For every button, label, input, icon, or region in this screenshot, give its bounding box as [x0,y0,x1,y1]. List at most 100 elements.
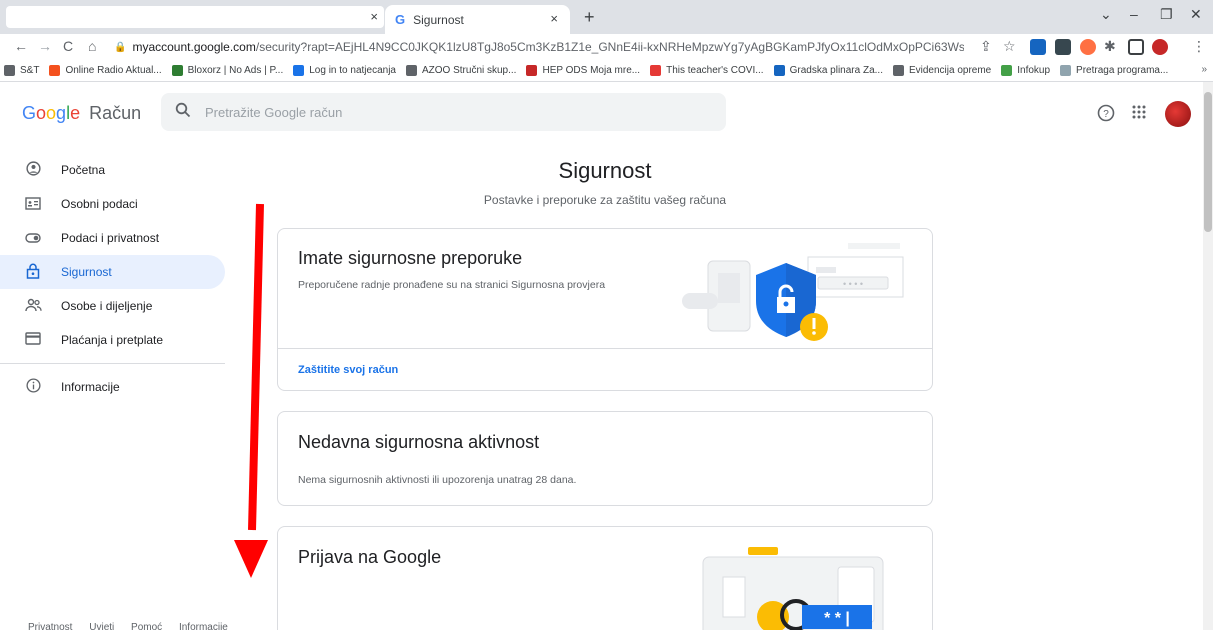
home-button[interactable]: ⌂ [88,38,96,54]
bookmark-item[interactable]: Log in to natjecanja [293,65,396,76]
sidebar-item-label: Sigurnost [61,265,112,279]
sign-in-illustration: * * | [702,547,884,630]
extension-icon[interactable] [1030,39,1046,55]
lock-icon[interactable]: 🔒 [114,42,126,53]
apps-grid-icon[interactable] [1131,104,1147,125]
sign-in-to-google-card[interactable]: Prijava na Google * * | [277,526,933,630]
sidebar-item-label: Osobe i dijeljenje [61,299,153,313]
security-recommendations-card[interactable]: Imate sigurnosne preporuke Preporučene r… [277,228,933,391]
bookmark-label: Log in to natjecanja [309,65,396,76]
back-button[interactable]: ← [14,38,28,54]
svg-text:?: ? [1103,109,1109,120]
google-account-logo[interactable]: Google Račun [22,103,141,124]
google-favicon-icon: G [395,12,406,27]
sidebar-item-sigurnost[interactable]: Sigurnost [0,255,225,289]
bookmark-item[interactable]: Online Radio Aktual... [49,65,162,76]
page-subtitle: Postavke i preporuke za zaštitu vašeg ra… [483,193,727,207]
sidebar-item-pocetna[interactable]: Početna [0,153,240,187]
side-panel-icon[interactable] [1128,39,1144,55]
card-divider [278,348,932,349]
tab-close-icon[interactable]: × [550,11,558,26]
recent-security-activity-card[interactable]: Nedavna sigurnosna aktivnost Nema sigurn… [277,411,933,506]
tab-search-chevron-icon[interactable]: ⌄ [1100,6,1112,23]
bookmark-label: Bloxorz | No Ads | P... [187,65,284,76]
extension-icon[interactable] [1055,39,1071,55]
toggle-icon [25,230,41,246]
sidebar-item-informacije[interactable]: Informacije [0,370,240,404]
tab-inactive[interactable]: × [6,6,384,28]
product-name: Račun [89,103,142,123]
reload-button[interactable]: C [63,38,73,54]
bookmark-item[interactable]: This teacher's COVI... [650,65,764,76]
help-icon[interactable]: ? [1097,104,1115,127]
sidebar-item-osobe-i-dijeljenje[interactable]: Osobe i dijeljenje [0,289,240,323]
bookmark-item[interactable]: Bloxorz | No Ads | P... [171,65,284,76]
footer-link-uvjeti[interactable]: Uvjeti [89,622,114,630]
puzzle-extensions-icon[interactable]: ✱ [1104,38,1116,55]
bookmark-favicon-icon [405,65,417,76]
search-input[interactable] [205,104,685,120]
card-text: Preporučene radnje pronađene su na stran… [298,279,606,291]
card-text: Nema sigurnosnih aktivnosti ili upozoren… [298,474,577,486]
bookmark-star-icon[interactable]: ☆ [1003,38,1016,55]
footer-link-informacije[interactable]: Informacije [179,622,228,630]
menu-kebab-icon[interactable]: ⋮ [1192,38,1206,55]
svg-text:* * |: * * | [824,610,850,627]
bookmark-favicon-icon [171,65,183,76]
bookmark-item[interactable]: HEP ODS Moja mre... [526,65,640,76]
card-title: Prijava na Google [298,547,442,567]
restore-button[interactable]: ❐ [1160,6,1173,23]
bookmark-item[interactable]: Pretraga programa... [1060,65,1168,76]
sidebar-item-label: Plaćanja i pretplate [61,333,164,347]
person-circle-icon [25,161,41,179]
sidebar-item-label: Početna [61,163,106,177]
security-shield-illustration: • • • • [682,243,904,341]
sidebar-item-osobni-podaci[interactable]: Osobni podaci [0,187,240,221]
forward-button[interactable]: → [38,38,52,54]
bookmark-label: Gradska plinara Za... [789,65,883,76]
footer-link-pomoc[interactable]: Pomoć [131,622,162,630]
card-title: Nedavna sigurnosna aktivnost [298,432,540,452]
tab-title: Sigurnost [413,12,464,27]
close-window-button[interactable]: ✕ [1190,6,1202,23]
profile-avatar[interactable] [1152,39,1168,55]
share-icon[interactable]: ⇪ [980,38,992,55]
bookmark-favicon-icon [4,65,15,76]
bookmark-item[interactable]: Evidencija opreme [892,65,991,76]
bookmark-favicon-icon [773,65,785,76]
address-bar[interactable]: 🔒 myaccount.google.com/security?rapt=AEj… [114,36,964,58]
bookmarks-bar: S&T Online Radio Aktual... Bloxorz | No Ad… [0,60,1213,82]
minimize-button[interactable]: – [1130,6,1138,22]
tab-close-icon[interactable]: × [370,9,378,24]
bookmarks-more-chevron-icon[interactable]: » [1201,64,1207,75]
sidebar-item-label: Podaci i privatnost [61,231,160,245]
scrollbar-thumb[interactable] [1204,92,1212,232]
footer-link-privatnost[interactable]: Privatnost [28,622,72,630]
bookmark-label: This teacher's COVI... [666,65,764,76]
bookmark-label: AZOO Stručni skup... [421,65,517,76]
protect-account-link[interactable]: Zaštitite svoj račun [298,364,398,376]
account-avatar[interactable] [1165,101,1191,127]
search-box[interactable] [161,93,726,131]
info-icon [25,378,41,396]
people-icon [25,298,42,315]
bookmark-label: HEP ODS Moja mre... [542,65,641,76]
svg-text:• • • •: • • • • [843,279,863,289]
bookmark-item[interactable]: S&T [4,65,39,76]
sidebar-item-placanja-i-pretplate[interactable]: Plaćanja i pretplate [0,323,240,357]
bookmark-item[interactable]: Infokup [1001,65,1050,76]
bookmark-item[interactable]: AZOO Stručni skup... [405,65,517,76]
sidebar-item-label: Informacije [61,380,120,394]
tab-strip: × G Sigurnost × + ⌄ – ❐ ✕ [0,0,1213,34]
bookmark-label: Pretraga programa... [1076,65,1169,76]
new-tab-button[interactable]: + [584,7,595,28]
bookmark-favicon-icon [293,65,305,76]
extension-icon[interactable] [1080,39,1096,55]
footer-links: Privatnost Uvjeti Pomoć Informacije [28,622,242,630]
bookmark-favicon-icon [1001,65,1013,76]
tab-active[interactable]: G Sigurnost × [385,5,570,34]
sidebar-item-podaci-i-privatnost[interactable]: Podaci i privatnost [0,221,240,255]
search-icon[interactable] [175,102,191,122]
bookmark-favicon-icon [650,65,662,76]
bookmark-item[interactable]: Gradska plinara Za... [773,65,883,76]
